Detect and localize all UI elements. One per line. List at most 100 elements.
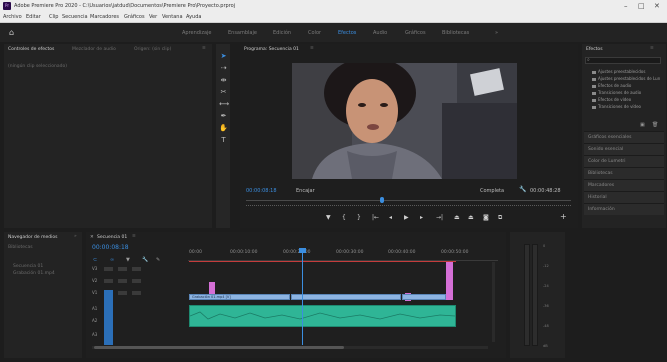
- tab-controles-efectos[interactable]: Controles de efectos: [8, 47, 54, 52]
- go-to-out-icon[interactable]: →|: [436, 214, 443, 221]
- workspace-tab-aprendizaje[interactable]: Aprendizaje: [182, 30, 212, 36]
- timeline-tab[interactable]: Secuencia 01: [97, 235, 127, 240]
- workspace-tab-efectos[interactable]: Efectos: [338, 30, 356, 36]
- panel-menu-icon[interactable]: ≡: [202, 46, 206, 51]
- tab-origen[interactable]: Origen: (sin clip): [134, 47, 171, 52]
- work-area-bar[interactable]: [189, 261, 456, 262]
- track-header-a1[interactable]: A1: [92, 306, 97, 311]
- effects-tree-item[interactable]: Transiciones de audio: [592, 90, 641, 95]
- razor-tool-icon[interactable]: ✂: [219, 88, 228, 97]
- program-scrub-bar[interactable]: [246, 200, 571, 201]
- section-sonido-esencial[interactable]: Sonido esencial: [584, 143, 664, 155]
- timeline-vertical-scrollbar[interactable]: [492, 262, 495, 342]
- effects-search-input[interactable]: ⌕: [585, 57, 661, 64]
- effects-panel-menu-icon[interactable]: ≡: [650, 46, 654, 51]
- workspace-tab-audio[interactable]: Audio: [373, 30, 387, 36]
- menu-secuencia[interactable]: Secuencia: [62, 14, 88, 20]
- workspace-tab-ensamblaje[interactable]: Ensamblaje: [228, 30, 257, 36]
- section-color-lumetri[interactable]: Color de Lumetri: [584, 155, 664, 167]
- timeline-playhead[interactable]: [302, 250, 303, 345]
- video-clip-v1[interactable]: Grabación 01.mp4 [V]: [189, 294, 290, 300]
- track-mute-toggle[interactable]: [118, 291, 127, 295]
- add-marker-icon[interactable]: ▼: [126, 257, 130, 263]
- tab-navegador-medios[interactable]: Navegador de medios: [8, 235, 57, 240]
- export-frame-icon[interactable]: ◙: [483, 214, 489, 221]
- menu-marcadores[interactable]: Marcadores: [90, 14, 119, 20]
- ripple-edit-tool-icon[interactable]: ⇹: [219, 76, 228, 85]
- close-button[interactable]: ✕: [654, 2, 660, 10]
- menu-editar[interactable]: Editar: [26, 14, 41, 20]
- track-eye-toggle[interactable]: [132, 279, 141, 283]
- plus-icon[interactable]: +: [560, 212, 567, 221]
- source-patch-v1[interactable]: [104, 290, 113, 345]
- step-forward-icon[interactable]: ▸: [420, 214, 423, 221]
- track-header-v1[interactable]: V1: [92, 290, 97, 295]
- track-lock-toggle[interactable]: [104, 279, 113, 283]
- track-header-v3[interactable]: V3: [92, 266, 97, 271]
- program-playhead[interactable]: [380, 197, 384, 203]
- section-historial[interactable]: Historial: [584, 191, 664, 203]
- minimize-button[interactable]: –: [624, 2, 628, 10]
- section-marcadores[interactable]: Marcadores: [584, 179, 664, 191]
- marker-icon[interactable]: ▼: [326, 214, 331, 221]
- workspace-tab-color[interactable]: Color: [308, 30, 321, 36]
- track-mute-toggle[interactable]: [118, 279, 127, 283]
- go-to-in-icon[interactable]: |←: [372, 214, 379, 221]
- compare-icon[interactable]: ⧉: [498, 214, 502, 222]
- section-bibliotecas[interactable]: Bibliotecas: [584, 167, 664, 179]
- track-eye-toggle[interactable]: [132, 291, 141, 295]
- menu-ver[interactable]: Ver: [149, 14, 157, 20]
- project-expand-icon[interactable]: »: [74, 234, 77, 239]
- section-informacion[interactable]: Información: [584, 203, 664, 215]
- effects-tree-item[interactable]: Ajustes preestablecidos: [592, 69, 645, 74]
- menu-ventana[interactable]: Ventana: [162, 14, 183, 20]
- linked-selection-icon[interactable]: ∞: [110, 257, 114, 263]
- snap-icon[interactable]: ⊂: [93, 257, 97, 263]
- audio-clip-a1[interactable]: [189, 305, 456, 327]
- play-icon[interactable]: ▶: [404, 214, 409, 221]
- track-lock-toggle[interactable]: [104, 267, 113, 271]
- program-panel-menu-icon[interactable]: ≡: [310, 46, 314, 51]
- captions-icon[interactable]: ✎: [156, 257, 160, 263]
- menu-archivo[interactable]: Archivo: [3, 14, 22, 20]
- hand-tool-icon[interactable]: ✋: [219, 124, 228, 133]
- list-item[interactable]: Secuencia 01: [13, 264, 43, 269]
- effects-tree-item[interactable]: Efectos de vídeo: [592, 97, 631, 102]
- step-back-icon[interactable]: ◂: [389, 214, 392, 221]
- track-header-v2[interactable]: V2: [92, 278, 97, 283]
- track-header-a3[interactable]: A3: [92, 332, 97, 337]
- pen-tool-icon[interactable]: ✒: [219, 112, 228, 121]
- in-point-icon[interactable]: {: [342, 214, 346, 221]
- workspace-tab-bibliotecas[interactable]: Bibliotecas: [442, 30, 469, 36]
- workspace-overflow-button[interactable]: »: [495, 30, 498, 36]
- timeline-settings-icon[interactable]: 🔧: [142, 257, 148, 263]
- track-select-tool-icon[interactable]: ⇢: [219, 64, 228, 73]
- graphic-clip[interactable]: [446, 262, 453, 300]
- video-clip-v1[interactable]: [402, 294, 446, 300]
- out-point-icon[interactable]: }: [357, 214, 361, 221]
- track-mute-toggle[interactable]: [118, 267, 127, 271]
- wrench-icon[interactable]: 🔧: [519, 186, 526, 193]
- graphic-clip[interactable]: [209, 282, 215, 294]
- quality-dropdown[interactable]: Completa: [480, 188, 504, 194]
- workspace-tab-graficos[interactable]: Gráficos: [405, 30, 426, 36]
- fit-dropdown[interactable]: Encajar: [296, 188, 315, 194]
- menu-graficos[interactable]: Gráficos: [124, 14, 145, 20]
- selection-tool-icon[interactable]: ➤: [219, 52, 228, 61]
- tab-bibliotecas[interactable]: Bibliotecas: [8, 245, 33, 250]
- effects-tree-item[interactable]: Ajustes preestablecidos de Lun: [592, 76, 660, 81]
- new-bin-icon[interactable]: ▣: [640, 122, 645, 128]
- menu-ayuda[interactable]: Ayuda: [186, 14, 201, 20]
- playhead-handle[interactable]: [299, 248, 306, 253]
- tab-mezclador-audio[interactable]: Mezclador de audio: [72, 47, 116, 52]
- effects-tree-item[interactable]: Efectos de audio: [592, 83, 631, 88]
- list-item[interactable]: Grabación 01.mp4: [13, 271, 55, 276]
- maximize-button[interactable]: □: [638, 2, 645, 10]
- video-clip-v1[interactable]: [291, 294, 401, 300]
- workspace-tab-edicion[interactable]: Edición: [273, 30, 291, 36]
- timeline-menu-icon[interactable]: ≡: [132, 234, 136, 239]
- program-timecode[interactable]: 00:00:08:18: [246, 188, 277, 194]
- slip-tool-icon[interactable]: ⟷: [219, 100, 229, 109]
- effects-tree-item[interactable]: Transiciones de vídeo: [592, 104, 641, 109]
- section-graficos-esenciales[interactable]: Gráficos esenciales: [584, 131, 664, 143]
